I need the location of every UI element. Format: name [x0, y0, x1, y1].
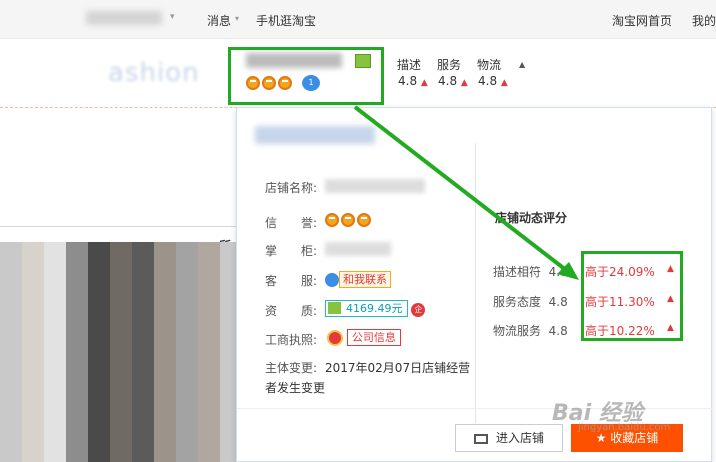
shopkeeper-label: 掌 柜: [265, 244, 318, 258]
messages-link[interactable]: 消息 [207, 12, 231, 29]
mobile-taobao-link[interactable]: 手机逛淘宝 [256, 12, 316, 29]
dynamic-row-label: 物流服务 [493, 324, 542, 338]
content-divider [0, 226, 236, 227]
dynamic-row-score: 4.8 [548, 265, 568, 279]
qualification-label: 资 质: [265, 304, 318, 318]
company-info-button[interactable]: 公司信息 [346, 329, 401, 346]
chevron-down-icon[interactable]: ▾ [170, 12, 175, 22]
rating-service-label: 服务 [437, 58, 462, 72]
business-license-label: 工商执照: [265, 333, 318, 347]
crown-icon [357, 212, 371, 227]
favorite-store-label: 收藏店铺 [610, 431, 659, 445]
customer-service-label: 客 服: [265, 274, 318, 288]
business-license[interactable]: 公司信息 [327, 329, 401, 346]
crown-icon [325, 212, 339, 227]
user-name-blurred[interactable] [86, 11, 162, 25]
crown-icon [341, 212, 355, 227]
rating-describe-label: 描述 [397, 58, 422, 72]
entity-change-label: 主体变更: [265, 361, 318, 375]
chevron-down-icon[interactable]: ▾ [235, 14, 239, 23]
arrow-up-icon: ▲ [500, 78, 508, 88]
dynamic-row: 服务态度 4.8 [493, 293, 568, 310]
deposit-amount[interactable]: 4169.49元 [325, 300, 408, 317]
popup-column-divider [475, 143, 476, 423]
annotation-box-percentages [581, 251, 683, 341]
reputation-label: 信 誉: [265, 216, 318, 230]
star-icon: ★ [595, 431, 607, 445]
reputation-crowns [325, 212, 373, 227]
my-taobao-link[interactable]: 我的 [692, 12, 716, 29]
arrow-up-icon: ▲ [460, 78, 468, 88]
dynamic-row-score: 4.8 [548, 324, 568, 338]
top-navbar: ▾ 消息 ▾ 手机逛淘宝 淘宝网首页 我的 [0, 0, 716, 39]
dynamic-row: 描述相符 4.8 [493, 263, 568, 280]
rating-logistics-label: 物流 [477, 58, 502, 72]
license-seal-icon [327, 329, 343, 346]
shopkeeper-value-blurred[interactable] [325, 242, 391, 256]
rating-describe-value: 4.8 ▲ [398, 74, 428, 88]
arrow-up-icon: ▲ [420, 78, 428, 88]
enter-store-button[interactable]: 进入店铺 [455, 424, 563, 452]
baidu-watermark-url: jingyan.baidu.com [578, 422, 671, 433]
shop-name-label: 店铺名称: [265, 181, 318, 195]
contact-me-label[interactable]: 和我联系 [339, 271, 391, 288]
store-logo[interactable]: ashion [108, 58, 226, 92]
enterprise-icon: 企 [411, 303, 426, 317]
shop-bag-icon [473, 433, 488, 444]
contact-me-button[interactable]: 和我联系 [325, 271, 391, 288]
dynamic-row-label: 描述相符 [493, 265, 542, 279]
taobao-home-link[interactable]: 淘宝网首页 [612, 12, 672, 29]
dynamic-row-score: 4.8 [548, 295, 568, 309]
entity-change-text-2: 者发生变更 [265, 381, 326, 395]
popup-shop-title-blurred [255, 126, 375, 144]
caret-up-icon[interactable]: ▲ [519, 60, 525, 69]
entity-change-text-1: 2017年02月07日店铺经营 [325, 361, 471, 375]
dynamic-row: 物流服务 4.8 [493, 322, 568, 339]
annotation-box-shop-name [228, 47, 384, 105]
chat-icon [325, 272, 339, 287]
dynamic-row-label: 服务态度 [493, 295, 542, 309]
deposit-badge[interactable]: 4169.49元 企 [325, 300, 426, 317]
shop-name-value-blurred [325, 179, 425, 193]
rating-service-value: 4.8 ▲ [438, 74, 468, 88]
enter-store-label: 进入店铺 [495, 431, 544, 445]
rating-logistics-value: 4.8 ▲ [478, 74, 508, 88]
dynamic-score-title: 店铺动态评分 [495, 211, 568, 225]
product-photo-blurred[interactable] [0, 242, 236, 462]
